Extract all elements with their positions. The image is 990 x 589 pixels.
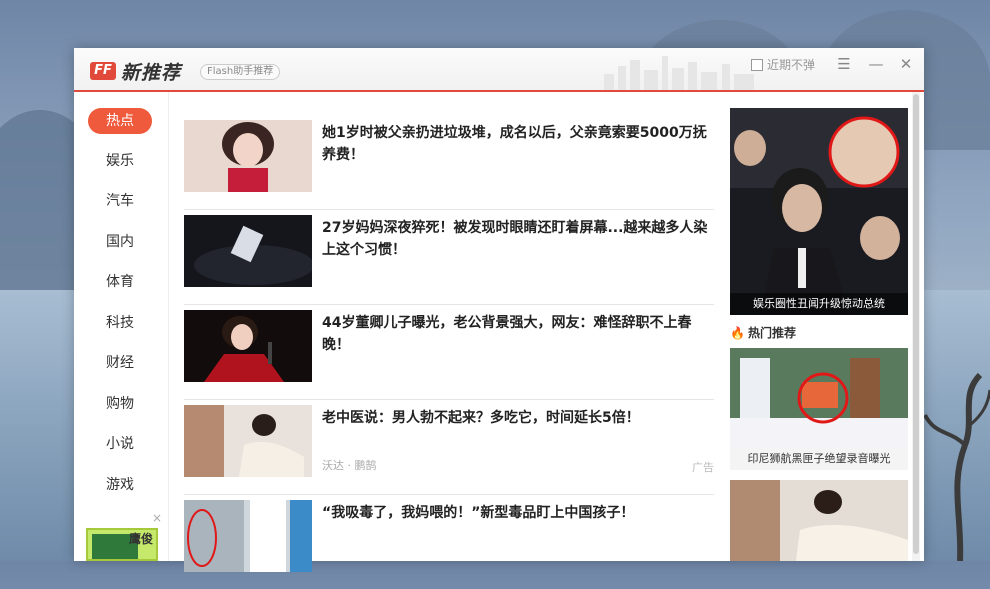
minimize-icon[interactable]: — — [866, 54, 886, 74]
logo-badge: FF — [90, 62, 116, 80]
category-auto[interactable]: 汽车 — [88, 188, 152, 214]
category-sidebar: 热点 娱乐 汽车 国内 体育 科技 财经 购物 小说 游戏 × 鹰俊 — [74, 92, 169, 561]
hot-recommend-label: 热门推荐 — [747, 326, 796, 340]
feed-title[interactable]: 她1岁时被父亲扔进垃圾堆，成名以后，父亲竟索要5000万抚养费！ — [322, 122, 712, 166]
checkbox-box[interactable] — [751, 58, 763, 71]
scrollbar[interactable] — [912, 92, 920, 561]
sidebar-ad-close-icon[interactable]: × — [152, 511, 162, 525]
sidebar-ad-banner[interactable]: 鹰俊 — [86, 528, 158, 561]
feed-item-ad[interactable]: 老中医说：男人勃不起来？多吃它，时间延长5倍！ 沃达 · 鹏鹄 广告 — [184, 399, 714, 495]
fire-icon: 🔥 — [730, 325, 745, 340]
feed-title[interactable]: 27岁妈妈深夜猝死！被发现时眼睛还盯着屏幕...越来越多人染上这个习惯！ — [322, 217, 712, 261]
no-popup-label: 近期不弹 — [767, 58, 816, 72]
hot-item-image-2[interactable] — [730, 480, 908, 561]
feed-item[interactable]: “我吸毒了，我妈喂的！”新型毒品盯上中国孩子！ — [184, 494, 714, 589]
ad-text: 鹰俊 — [128, 532, 153, 546]
logo-text: 新推荐 — [121, 62, 182, 84]
hot-item-caption[interactable]: 印尼狮航黑匣子绝望录音曝光 — [730, 448, 908, 470]
feed-thumbnail — [184, 310, 312, 382]
feed-thumbnail — [184, 215, 312, 287]
wallpaper-tree — [923, 372, 990, 561]
ad-label: 广告 — [692, 461, 714, 474]
hot-recommend-header: 🔥 热门推荐 — [730, 324, 796, 341]
feed-thumbnail — [184, 120, 312, 192]
menu-icon[interactable]: ☰ — [834, 54, 854, 74]
category-novel[interactable]: 小说 — [88, 431, 152, 457]
category-sports[interactable]: 体育 — [88, 269, 152, 295]
news-popup-window: FF 新推荐 Flash助手推荐 近期不弹 ☰ — ✕ 热点 娱乐 汽车 国内 … — [74, 48, 924, 572]
featured-image[interactable]: 娱乐圈性丑闻升级惊动总统 — [730, 108, 908, 315]
feed-source: 沃达 · 鹏鹄 — [322, 459, 377, 472]
feed-item[interactable]: 她1岁时被父亲扔进垃圾堆，成名以后，父亲竟索要5000万抚养费！ — [184, 114, 714, 210]
close-icon[interactable]: ✕ — [896, 54, 916, 74]
feed-thumbnail — [184, 500, 312, 572]
category-shopping[interactable]: 购物 — [88, 391, 152, 417]
category-finance[interactable]: 财经 — [88, 350, 152, 376]
feed-item[interactable]: 44岁董卿儿子曝光，老公背景强大，网友：难怪辞职不上春晚！ — [184, 304, 714, 400]
feed-title[interactable]: 老中医说：男人勃不起来？多吃它，时间延长5倍！ — [322, 407, 712, 429]
logo-subtitle: Flash助手推荐 — [200, 64, 281, 80]
category-domestic[interactable]: 国内 — [88, 229, 152, 255]
feed-title[interactable]: “我吸毒了，我妈喂的！”新型毒品盯上中国孩子！ — [322, 502, 712, 524]
featured-caption[interactable]: 娱乐圈性丑闻升级惊动总统 — [730, 293, 908, 315]
feed-thumbnail — [184, 405, 312, 477]
category-tech[interactable]: 科技 — [88, 310, 152, 336]
no-popup-checkbox[interactable]: 近期不弹 — [751, 56, 815, 73]
category-entertainment[interactable]: 娱乐 — [88, 148, 152, 174]
titlebar: FF 新推荐 Flash助手推荐 近期不弹 ☰ — ✕ — [74, 48, 924, 92]
scrollbar-thumb[interactable] — [913, 94, 919, 554]
hot-item-image[interactable] — [730, 348, 908, 448]
feed-title[interactable]: 44岁董卿儿子曝光，老公背景强大，网友：难怪辞职不上春晚！ — [322, 312, 712, 356]
category-games[interactable]: 游戏 — [88, 472, 152, 498]
category-hot[interactable]: 热点 — [88, 108, 152, 134]
feed-item[interactable]: 27岁妈妈深夜猝死！被发现时眼睛还盯着屏幕...越来越多人染上这个习惯！ — [184, 209, 714, 305]
